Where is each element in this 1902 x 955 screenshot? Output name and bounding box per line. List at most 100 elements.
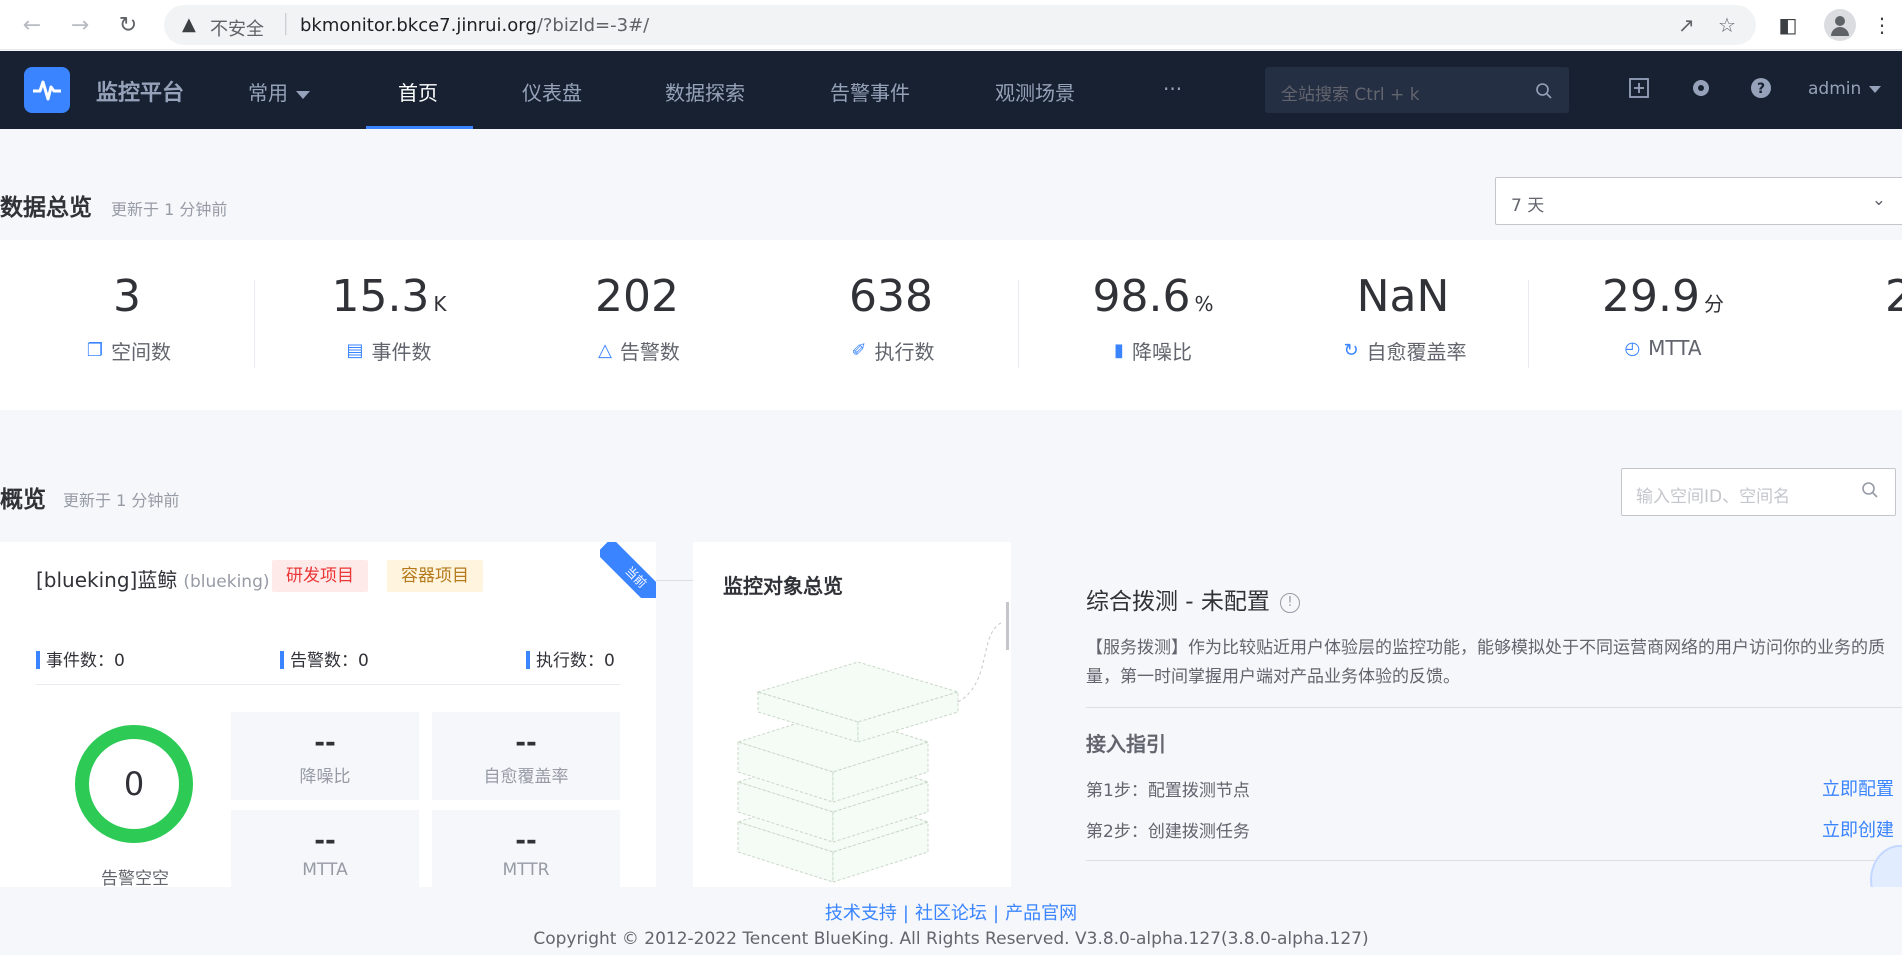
stat-divider (254, 280, 255, 368)
security-label: 不安全 (210, 19, 264, 40)
user-menu[interactable]: admin (1808, 79, 1882, 99)
overview-updated: 更新于 1 分钟前 (63, 491, 180, 510)
mtta-icon: ◴ (1624, 337, 1641, 359)
dial-divider-bottom (1086, 860, 1902, 861)
configure-now-link[interactable]: 立即配置 (1822, 775, 1894, 801)
guide-step-1: 第1步：配置拨测节点 (1086, 781, 1250, 801)
warning-triangle-icon: ▲ (182, 14, 196, 35)
stat-divider (1528, 280, 1529, 368)
browser-menu-icon[interactable]: ⋮ (1866, 9, 1898, 41)
data-overview-updated: 更新于 1 分钟前 (111, 200, 228, 219)
footer-separator: | (902, 903, 909, 924)
warning-icon: △ (598, 340, 612, 361)
nav-alarm-events[interactable]: 告警事件 (830, 77, 910, 106)
layers-illustration-icon (736, 621, 1003, 883)
current-badge: 当前 (600, 542, 656, 598)
stat-noise-ratio[interactable]: 98.6% ▮ 降噪比 (1038, 270, 1268, 365)
svg-text:?: ? (1757, 81, 1765, 97)
dial-test-title: 综合拨测 - 未配置! (1086, 582, 1300, 616)
nav-scene[interactable]: 观测场景 (995, 77, 1075, 106)
reload-icon[interactable]: ↻ (112, 9, 144, 41)
space-exec-count: 执行数：0 (526, 646, 615, 671)
monitor-logo-icon[interactable] (24, 67, 70, 113)
data-overview-title: 数据总览 (0, 195, 92, 221)
space-search-input[interactable]: 输入空间ID、空间名 (1621, 468, 1896, 516)
tag-container-project: 容器项目 (387, 560, 483, 592)
space-alarm-count: 告警数：0 (280, 646, 369, 671)
share-icon[interactable]: ↗ (1678, 13, 1695, 37)
search-icon (1536, 83, 1552, 99)
metric-mtta: -- MTTA (231, 810, 419, 887)
footer: 技术支持 | 社区论坛 | 产品官网 Copyright © 2012-2022 Ten… (0, 887, 1902, 955)
stat-events[interactable]: 15.3 K ▤ 事件数 (274, 270, 504, 365)
footer-link-support[interactable]: 技术支持 (825, 903, 897, 924)
space-card[interactable]: [blueking]蓝鲸 (blueking) 研发项目 容器项目 当前 事件数：… (0, 542, 656, 887)
stat-alarms[interactable]: 202 △ 告警数 (524, 270, 754, 365)
scroll-indicator[interactable] (1006, 602, 1009, 650)
stat-space[interactable]: 3 ❐ 空间数 (14, 270, 244, 365)
stat-divider (1018, 280, 1019, 368)
card-divider (36, 684, 620, 685)
footer-link-website[interactable]: 产品官网 (1005, 903, 1077, 924)
stat-executions[interactable]: 638 ✐ 执行数 (778, 270, 1008, 365)
star-icon[interactable]: ☆ (1718, 13, 1736, 37)
self-heal-icon: ↻ (1343, 340, 1359, 361)
guide-title: 接入指引 (1086, 732, 1166, 756)
app-header: 监控平台 常用 首页 仪表盘 数据探索 告警事件 观测场景 ··· 全站搜索 C… (0, 51, 1902, 129)
nav-common[interactable]: 常用 (248, 77, 310, 106)
caret-down-icon (1869, 85, 1882, 93)
address-bar[interactable]: ▲ 不安全 | bkmonitor.bkce7.jinrui.org/?bizI… (164, 5, 1756, 45)
footer-separator: | (993, 903, 1000, 924)
execute-icon: ✐ (851, 340, 867, 361)
nav-active-indicator (366, 126, 473, 129)
gear-icon[interactable] (1690, 77, 1712, 104)
info-icon[interactable]: ! (1279, 593, 1300, 613)
dial-divider (1086, 707, 1902, 708)
dial-test-description: 【服务拨测】作为比较贴近用户体验层的监控功能，能够模拟处于不同运营商网络的用户访… (1086, 638, 1885, 687)
overview-title: 概览 (0, 487, 46, 513)
guide-step-2: 第2步：创建拨测任务 (1086, 822, 1250, 842)
search-icon (1862, 482, 1878, 498)
alarm-ring-label: 告警空空 (101, 869, 169, 887)
dial-test-panel: 综合拨测 - 未配置! 【服务拨测】作为比较贴近用户体验层的监控功能，能够模拟处… (1044, 542, 1902, 887)
chevron-down-icon: ⌄ (1871, 190, 1886, 210)
stat-mtta[interactable]: 29.9 分 ◴ MTTA (1548, 270, 1778, 360)
space-event-count: 事件数：0 (36, 646, 125, 671)
calendar-icon: ▤ (346, 340, 364, 361)
footer-links: 技术支持 | 社区论坛 | 产品官网 (0, 899, 1902, 925)
space-name: [blueking]蓝鲸 (blueking) (36, 568, 270, 592)
time-range-value: 7 天 (1511, 196, 1545, 216)
global-search-input[interactable]: 全站搜索 Ctrl + k (1265, 67, 1569, 113)
alarm-ring: 0 (75, 725, 193, 843)
stat-mttr[interactable]: 29 ◴ (1800, 270, 1902, 357)
create-now-link[interactable]: 立即创建 (1822, 816, 1894, 842)
metric-self-heal: -- 自愈覆盖率 (432, 712, 620, 800)
forward-icon[interactable]: → (64, 9, 96, 41)
back-icon[interactable]: ← (16, 9, 48, 41)
profile-avatar-icon[interactable] (1824, 9, 1856, 41)
stat-self-heal[interactable]: NaN ↻ 自愈覆盖率 (1290, 270, 1520, 365)
fullscreen-icon[interactable] (1628, 77, 1650, 104)
nav-explore[interactable]: 数据探索 (665, 77, 745, 106)
nav-dashboard[interactable]: 仪表盘 (522, 77, 582, 106)
side-panel-icon[interactable]: ◧ (1772, 9, 1804, 41)
app-title[interactable]: 监控平台 (96, 75, 184, 107)
global-search-placeholder: 全站搜索 Ctrl + k (1281, 85, 1420, 105)
browser-toolbar: ← → ↻ ▲ 不安全 | bkmonitor.bkce7.jinrui.org… (0, 0, 1902, 50)
help-icon[interactable]: ? (1750, 77, 1772, 104)
time-range-select[interactable]: 7 天 ⌄ (1495, 177, 1902, 225)
metric-noise-ratio: -- 降噪比 (231, 712, 419, 800)
footer-copyright: Copyright © 2012-2022 Tencent BlueKing. … (533, 929, 1369, 949)
omnibox-separator: | (282, 11, 290, 36)
monitor-objects-card[interactable]: 监控对象总览 (693, 542, 1011, 887)
nav-more[interactable]: ··· (1163, 77, 1182, 101)
card-connector (656, 580, 693, 581)
nav-home[interactable]: 首页 (398, 77, 438, 106)
footer-link-forum[interactable]: 社区论坛 (915, 903, 987, 924)
tag-dev-project: 研发项目 (272, 560, 368, 592)
monitor-objects-title: 监控对象总览 (723, 574, 843, 598)
space-search-placeholder: 输入空间ID、空间名 (1636, 487, 1791, 507)
stats-panel: 3 ❐ 空间数 15.3 K ▤ 事件数 202 △ 告警数 638 ✐ 执行数 98.6… (0, 240, 1902, 410)
url-text: bkmonitor.bkce7.jinrui.org/?bizId=-3#/ (300, 15, 650, 36)
space-icon: ❐ (86, 340, 104, 361)
